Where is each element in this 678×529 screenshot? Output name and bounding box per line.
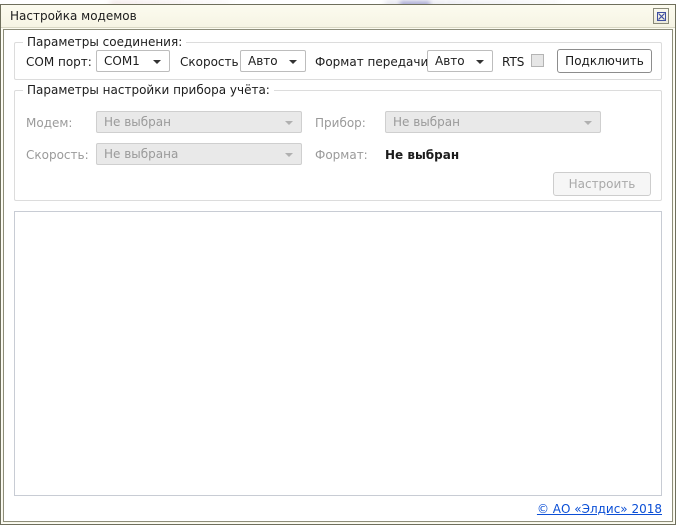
chevron-down-icon: [285, 121, 293, 125]
modem-label: Модем:: [26, 116, 73, 130]
chevron-down-icon: [584, 121, 592, 125]
client-area: Параметры соединения: COM порт: COM1 Ско…: [3, 29, 673, 522]
device-format-label: Формат:: [315, 148, 368, 162]
com-port-label: COM порт:: [26, 55, 92, 69]
configure-button[interactable]: Настроить: [553, 172, 651, 196]
transfer-format-select[interactable]: Авто: [427, 50, 493, 72]
connect-button[interactable]: Подключить: [557, 49, 652, 73]
device-format-value: Не выбран: [385, 148, 460, 162]
com-port-value: COM1: [104, 54, 140, 68]
connection-parameters-group: Параметры соединения: COM порт: COM1 Ско…: [14, 35, 662, 80]
close-button[interactable]: [653, 8, 669, 24]
modem-select[interactable]: Не выбран: [96, 111, 302, 133]
connection-group-legend: Параметры соединения:: [23, 35, 187, 49]
com-port-select[interactable]: COM1: [96, 50, 170, 72]
speed-select[interactable]: Авто: [240, 50, 306, 72]
device-label: Прибор:: [315, 116, 366, 130]
device-parameters-group: Параметры настройки прибора учёта: Модем…: [14, 83, 662, 201]
transfer-format-value: Авто: [435, 54, 465, 68]
modem-settings-window: Настройка модемов Параметры соединения: …: [0, 4, 676, 525]
chevron-down-icon: [476, 60, 484, 64]
rts-label: RTS: [502, 55, 525, 69]
transfer-format-label: Формат передачи:: [315, 55, 433, 69]
close-icon: [656, 11, 666, 21]
device-speed-label: Скорость:: [26, 148, 89, 162]
chevron-down-icon: [153, 60, 161, 64]
log-panel: [14, 211, 662, 496]
speed-label: Скорость:: [180, 55, 243, 69]
device-speed-value: Не выбрана: [104, 147, 179, 161]
device-select[interactable]: Не выбран: [385, 111, 601, 133]
copyright-link[interactable]: © АО «Элдис» 2018: [537, 502, 662, 516]
window-title: Настройка модемов: [10, 9, 137, 23]
device-group-legend: Параметры настройки прибора учёта:: [23, 83, 274, 97]
rts-checkbox[interactable]: [531, 54, 544, 67]
modem-value: Не выбран: [104, 115, 171, 129]
chevron-down-icon: [285, 153, 293, 157]
speed-value: Авто: [248, 54, 278, 68]
device-value: Не выбран: [393, 115, 460, 129]
chevron-down-icon: [289, 60, 297, 64]
device-speed-select[interactable]: Не выбрана: [96, 143, 302, 165]
title-bar: Настройка модемов: [1, 5, 675, 28]
